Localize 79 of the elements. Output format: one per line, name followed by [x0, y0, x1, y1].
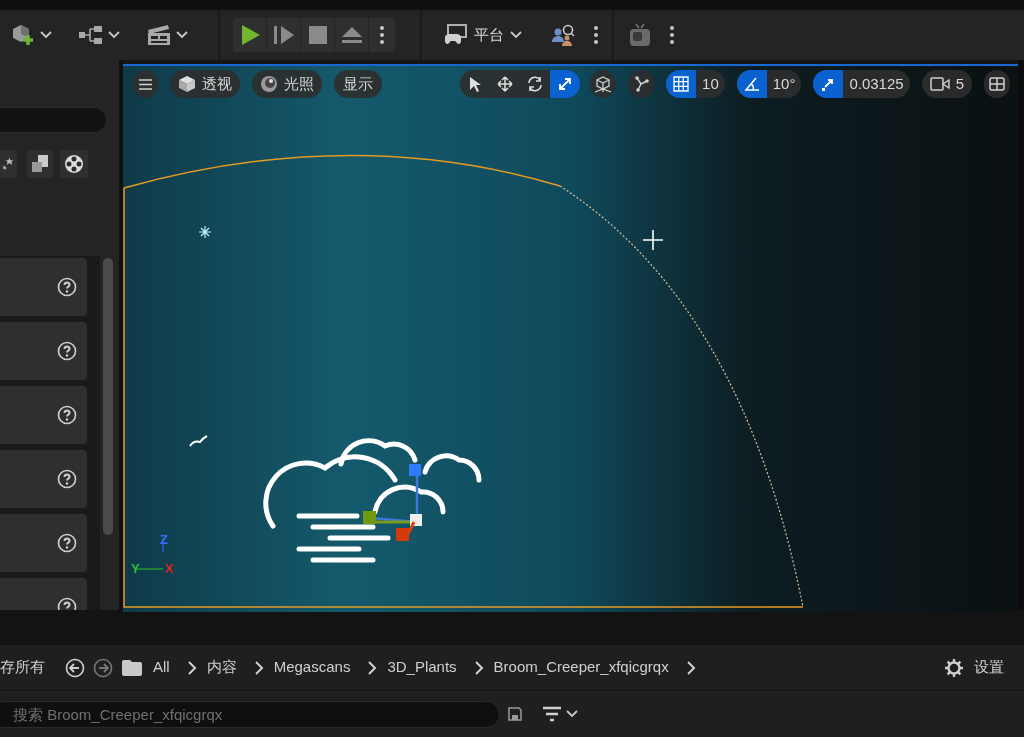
- cinematics-icon: [146, 24, 172, 46]
- caret-icon: [566, 710, 578, 718]
- more-icon: [380, 26, 384, 44]
- help-icon[interactable]: [57, 533, 77, 553]
- help-icon[interactable]: [57, 277, 77, 297]
- stars-button[interactable]: [0, 150, 17, 178]
- search-field[interactable]: 搜索 Broom_Creeper_xfqicgrqx: [0, 700, 500, 728]
- scrollbar[interactable]: [103, 258, 113, 535]
- scale-arrows-icon: [557, 76, 574, 92]
- bird-icon: [189, 435, 208, 447]
- axis-label: X: [165, 562, 174, 575]
- more-icon: [670, 26, 674, 44]
- rotation-snap-icon: [743, 76, 760, 92]
- settings-icon: [944, 657, 964, 678]
- add-actor-icon: [10, 22, 36, 48]
- advance-frame-icon: [272, 25, 295, 45]
- move-arrows-icon: [497, 76, 514, 92]
- blueprint-icon: [78, 25, 104, 45]
- light-sprite-icon: [198, 225, 212, 239]
- multiplayer-button[interactable]: [551, 22, 575, 48]
- save-icon[interactable]: [508, 707, 522, 721]
- breadcrumb-link[interactable]: 3D_Plants: [387, 656, 457, 679]
- caret-icon: [510, 31, 522, 39]
- caret-icon: [40, 31, 52, 39]
- save-all-button[interactable]: 存所有: [0, 656, 45, 679]
- back-icon[interactable]: [65, 657, 85, 678]
- settings-button[interactable]: 设置: [944, 656, 1004, 679]
- filter-icon: [542, 706, 562, 722]
- multiplayer-icon: [551, 23, 575, 47]
- breadcrumb-link[interactable]: All: [153, 656, 170, 679]
- eject-icon: [340, 26, 363, 44]
- axis-label: Z: [160, 533, 168, 546]
- broadcast-device-icon: [629, 23, 651, 47]
- help-icon[interactable]: [57, 405, 77, 425]
- chevron-icon[interactable]: [686, 660, 696, 675]
- caret-icon: [176, 31, 188, 39]
- rotate-arrows-icon: [527, 76, 544, 92]
- fog-clouds-icon: [263, 438, 482, 563]
- scale-snap-toggle[interactable]: [813, 70, 844, 98]
- film-reel-button[interactable]: [60, 150, 88, 178]
- chevron-icon[interactable]: [187, 660, 197, 675]
- caret-icon: [108, 31, 120, 39]
- crosshair-icon: [642, 229, 664, 251]
- local-space-icon: [632, 75, 651, 93]
- breadcrumb-link[interactable]: 内容: [206, 656, 237, 679]
- transform-gizmo-icon: [363, 464, 422, 541]
- select-arrow-icon: [468, 76, 483, 92]
- grid-snap-icon: [673, 76, 690, 92]
- grid-snap-toggle[interactable]: [666, 70, 697, 98]
- help-icon[interactable]: [57, 469, 77, 489]
- chevron-icon[interactable]: [254, 660, 264, 675]
- platforms-button[interactable]: 平台: [444, 20, 522, 50]
- surface-snap-icon: [594, 75, 613, 93]
- stop-icon: [308, 26, 327, 44]
- film-reel-icon: [64, 154, 84, 174]
- lighting-button[interactable]: 光照: [252, 70, 322, 98]
- help-icon[interactable]: [57, 341, 77, 361]
- shapes-icon: [30, 154, 50, 174]
- broadcast-device-button[interactable]: [629, 22, 651, 48]
- forward-icon[interactable]: [93, 657, 113, 678]
- more-icon: [594, 26, 598, 44]
- platforms-icon: [444, 24, 468, 46]
- view-mode-icon: [178, 75, 196, 93]
- chevron-icon[interactable]: [474, 660, 484, 675]
- show-button[interactable]: 显示: [334, 70, 382, 98]
- breadcrumb-link[interactable]: Broom_Creeper_xfqicgrqx: [493, 656, 669, 679]
- lighting-icon: [260, 75, 278, 93]
- filter-button[interactable]: [542, 706, 578, 722]
- scale-arrows-tool-button[interactable]: [550, 70, 581, 98]
- search-field[interactable]: [0, 107, 107, 133]
- camera-speed-icon: [929, 77, 950, 91]
- layout-icon: [989, 77, 1005, 91]
- breadcrumb-link[interactable]: Megascans: [273, 656, 351, 679]
- chevron-icon[interactable]: [368, 660, 378, 675]
- folder-icon: [121, 658, 143, 677]
- menu-icon: [139, 78, 152, 90]
- shapes-button[interactable]: [27, 150, 53, 178]
- axis-label: Y: [131, 562, 140, 575]
- view-mode-button[interactable]: 透视: [170, 70, 240, 98]
